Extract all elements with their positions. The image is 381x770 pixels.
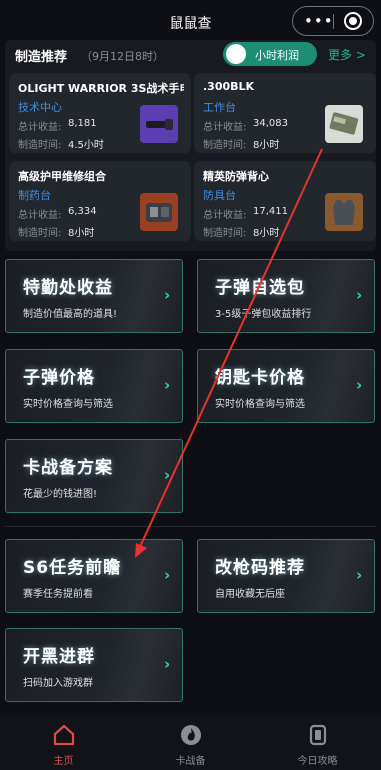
more-link[interactable]: 更多 > [328,46,366,63]
hourly-profit-toggle[interactable]: 小时利润 [223,42,317,66]
total-income-label: 总计收益: [203,210,247,221]
tile-title: 改枪码推荐 [215,558,305,578]
tile-subtitle: 实时价格查询与筛选 [215,399,305,410]
flashlight-icon [140,105,178,143]
chevron-right-icon: › [164,376,171,394]
craft-time-label: 制造时间: [18,140,62,151]
tab-label: 主页 [53,756,74,767]
tile-ammo-price[interactable]: 子弹价格 实时价格查询与筛选 › [5,349,183,423]
total-income-value: 17,411 [253,206,288,217]
repair-kit-icon [140,193,178,231]
workbench-label: 防具台 [203,189,236,202]
tab-daily-guide[interactable]: 今日攻略 [254,715,381,770]
tile-subtitle: 实时价格查询与筛选 [23,399,113,410]
tab-label: 卡战备 [175,756,206,767]
tile-title: 卡战备方案 [23,458,113,478]
tile-keycard-price[interactable]: 钥匙卡价格 实时价格查询与筛选 › [197,349,375,423]
tile-subtitle: 自用收藏无后座 [215,589,285,600]
craft-time-value: 8小时 [253,140,280,151]
tile-ammo-pack[interactable]: 子弹自选包 3-5级子弹包收益排行 › [197,259,375,333]
toggle-knob [226,44,246,64]
tab-label: 今日攻略 [297,756,338,767]
tile-subtitle: 赛季任务提前看 [23,589,93,600]
item-name: .300BLK [203,80,255,93]
title-bar: 鼠鼠查 ••• [0,0,381,44]
tile-join-group[interactable]: 开黑进群 扫码加入游戏群 › [5,628,183,702]
craft-time-value: 8小时 [253,228,280,239]
tile-gun-code[interactable]: 改枪码推荐 自用收藏无后座 › [197,539,375,613]
tile-title: S6任务前瞻 [23,558,122,578]
guide-icon [309,724,326,746]
capsule-separator [333,14,334,29]
total-income-label: 总计收益: [18,210,62,221]
mini-program-capsule: ••• [292,6,374,36]
craft-time-label: 制造时间: [18,228,62,239]
vest-icon [325,193,363,231]
flame-icon [180,725,201,745]
bottom-tab-bar: 主页 卡战备 今日攻略 [0,715,381,770]
craft-time-label: 制造时间: [203,140,247,151]
tile-special-ops-income[interactable]: 特勤处收益 制造价值最高的道具! › [5,259,183,333]
more-menu-icon[interactable]: ••• [304,14,334,29]
tile-subtitle: 花最少的钱进图! [23,489,98,500]
tile-subtitle: 制造价值最高的道具! [23,309,118,320]
tile-title: 子弹自选包 [215,278,305,298]
tile-title: 子弹价格 [23,368,95,388]
workbench-label: 技术中心 [18,101,62,114]
tab-loadout[interactable]: 卡战备 [127,715,254,770]
tile-s6-mission-preview[interactable]: S6任务前瞻 赛季任务提前看 › [5,539,183,613]
craft-time-label: 制造时间: [203,228,247,239]
chevron-right-icon: › [356,286,363,304]
home-icon [53,724,74,746]
total-income-label: 总计收益: [203,122,247,133]
close-target-icon[interactable] [344,12,362,30]
tile-title: 开黑进群 [23,647,95,667]
total-income-label: 总计收益: [18,122,62,133]
recommend-card[interactable]: 精英防弹背心 防具台 总计收益: 17,411 制造时间: 8小时 [194,161,376,241]
workbench-label: 制药台 [18,189,51,202]
tile-title: 特勤处收益 [23,278,113,298]
tile-title: 钥匙卡价格 [215,368,305,388]
manufacture-recommend-panel: 制造推荐 （9月12日8时） 小时利润 更多 > OLIGHT WARRIOR … [5,40,376,251]
item-name: 精英防弹背心 [203,170,269,183]
recommend-date: （9月12日8时） [81,50,164,63]
tile-subtitle: 扫码加入游戏群 [23,678,93,689]
recommend-card[interactable]: .300BLK 工作台 总计收益: 34,083 制造时间: 8小时 [194,73,376,153]
ammo-box-icon [325,105,363,143]
chevron-right-icon: › [164,655,171,673]
section-divider [5,526,376,527]
total-income-value: 6,334 [68,206,97,217]
total-income-value: 8,181 [68,118,97,129]
tile-subtitle: 3-5级子弹包收益排行 [215,309,312,320]
recommend-title: 制造推荐 [15,50,68,65]
tab-home[interactable]: 主页 [0,715,127,770]
recommend-card[interactable]: OLIGHT WARRIOR 3S战术手电 技术中心 总计收益: 8,181 制… [9,73,191,153]
tile-loadout-plan[interactable]: 卡战备方案 花最少的钱进图! › [5,439,183,513]
item-name: 高级护甲维修组合 [18,170,106,183]
recommend-card[interactable]: 高级护甲维修组合 制药台 总计收益: 6,334 制造时间: 8小时 [9,161,191,241]
chevron-right-icon: › [356,566,363,584]
craft-time-value: 4.5小时 [68,140,104,151]
item-name: OLIGHT WARRIOR 3S战术手电 [18,82,184,95]
total-income-value: 34,083 [253,118,288,129]
chevron-right-icon: › [164,466,171,484]
chevron-right-icon: › [164,566,171,584]
workbench-label: 工作台 [203,101,236,114]
chevron-right-icon: › [356,376,363,394]
craft-time-value: 8小时 [68,228,95,239]
chevron-right-icon: › [164,286,171,304]
toggle-label: 小时利润 [255,49,299,62]
